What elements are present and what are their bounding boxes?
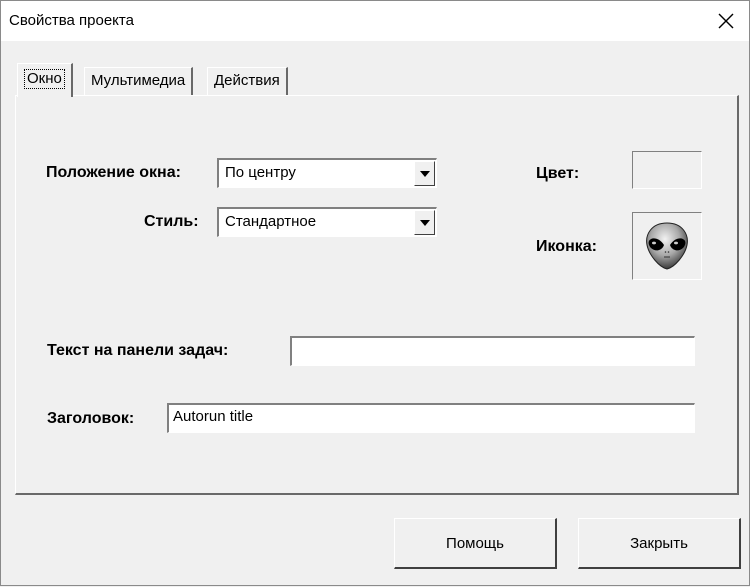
panel-content: Положение окна: По центру Стиль: Стандар… bbox=[1, 1, 750, 587]
style-value: Стандартное bbox=[225, 213, 317, 230]
style-select[interactable]: Стандартное bbox=[217, 207, 437, 237]
taskbar-text-input[interactable] bbox=[290, 336, 695, 366]
taskbar-text-label: Текст на панели задач: bbox=[47, 342, 229, 359]
style-dropdown-button[interactable] bbox=[414, 210, 435, 235]
alien-icon bbox=[646, 222, 688, 270]
project-properties-dialog: Свойства проекта Окно Мультимедиа Действ… bbox=[0, 0, 750, 586]
chevron-down-icon bbox=[419, 170, 430, 177]
window-position-value: По центру bbox=[225, 164, 296, 181]
color-label: Цвет: bbox=[536, 165, 580, 182]
chevron-down-icon bbox=[419, 219, 430, 226]
icon-label: Иконка: bbox=[536, 238, 597, 255]
icon-picker[interactable] bbox=[632, 212, 702, 280]
color-swatch[interactable] bbox=[632, 151, 702, 189]
window-position-dropdown-button[interactable] bbox=[414, 161, 435, 186]
style-label: Стиль: bbox=[144, 213, 199, 230]
caption-label: Заголовок: bbox=[47, 410, 135, 427]
caption-input[interactable]: Autorun title bbox=[167, 403, 695, 433]
window-position-select[interactable]: По центру bbox=[217, 158, 437, 188]
window-position-label: Положение окна: bbox=[46, 164, 181, 181]
